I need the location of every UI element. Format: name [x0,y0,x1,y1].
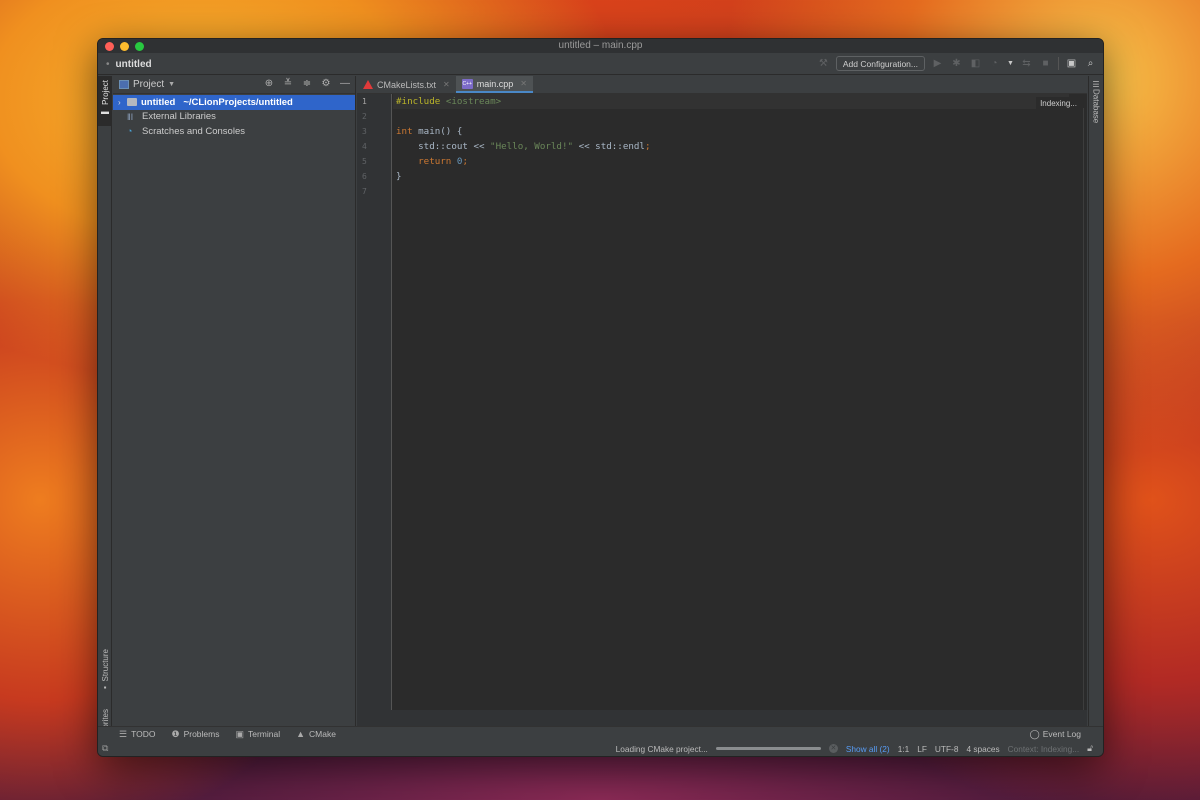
attach-icon[interactable]: ⇆ [1020,57,1033,70]
code-content[interactable]: #include <iostream> int main() { std::co… [393,94,1069,199]
progress-text: Loading CMake project... [615,743,708,754]
terminal-tool-button[interactable]: ▣ Terminal [235,729,280,740]
left-tool-strip: Project ▬ Structure ▪ Favorites ★ [98,76,112,754]
tree-item-scratches[interactable]: ◔ Scratches and Consoles [113,124,355,139]
workspace: Project ▬ Structure ▪ Favorites ★ Projec… [98,76,1103,754]
code-line: std::cout << "Hello, World!" << std::end… [396,141,651,152]
vertical-scrollbar[interactable] [1083,108,1087,710]
editor-bottom-gutter [357,710,1087,726]
structure-tool-button[interactable]: Structure ▪ [98,649,112,701]
file-encoding[interactable]: UTF-8 [935,744,959,754]
indent-setting[interactable]: 4 spaces [966,744,999,754]
window-title: untitled – main.cpp [558,40,643,51]
tree-item-external-libraries[interactable]: ǁǀ External Libraries [113,110,355,125]
cpp-file-icon: C++ [461,78,473,89]
project-tool-button[interactable]: Project ▬ [98,76,112,126]
todo-tool-button[interactable]: ☰ TODO [119,729,155,740]
chevron-right-icon[interactable]: › [118,98,127,107]
context-status[interactable]: Context: Indexing... [1008,744,1080,754]
expand-all-icon[interactable]: ≚ [282,78,294,89]
problems-tool-button[interactable]: ❶ Problems [171,729,219,740]
line-number: 1 [362,97,367,106]
editor-tabs: CMakeLists.txt ✕ C++ main.cpp ✕ [357,76,1087,94]
hammer-icon[interactable]: ⚒ [817,57,830,70]
cmake-icon: ▲ [296,729,306,739]
code-line: #include <iostream> [393,94,1069,109]
gear-icon[interactable]: ⚙ [320,78,332,89]
info-icon: ❶ [171,728,180,739]
add-configuration-button[interactable]: Add Configuration... [835,56,925,71]
project-view-icon [119,80,129,89]
chevron-down-icon[interactable]: ▼ [168,81,175,88]
line-number: 3 [362,127,367,136]
list-icon: ☰ [119,728,128,739]
database-tool-button[interactable]: ☰ Database [1089,80,1103,140]
title-bar: untitled – main.cpp [98,39,1103,53]
hide-icon[interactable]: — [339,78,351,89]
dropdown-icon[interactable]: ▼ [1007,57,1014,70]
structure-icon: ▪ [103,683,107,693]
toolbar-separator [1058,57,1059,70]
run-icon[interactable]: ▶ [931,57,944,70]
cancel-progress-icon[interactable]: ✕ [828,744,838,753]
code-line: return 0; [418,156,468,167]
tab-cmakelists[interactable]: CMakeLists.txt ✕ [357,76,456,93]
indexing-indicator: Indexing... [1036,97,1081,110]
code-line: int main() { [396,126,463,137]
status-bar: ⧉ Loading CMake project... ✕ Show all (2… [98,741,1103,756]
close-icon[interactable]: ✕ [520,79,527,88]
line-number: 6 [362,172,367,181]
folder-icon [127,98,137,107]
cmake-tool-button[interactable]: ▲ CMake [296,729,336,740]
lock-icon[interactable]: 🔓︎ [1087,743,1093,754]
toggle-tool-windows-icon[interactable]: ⧉ [102,743,108,754]
folder-icon: ▬ [101,106,109,116]
debug-icon[interactable]: ✱ [950,57,963,70]
right-tool-strip: ☰ Database [1088,76,1103,726]
code-line: } [396,171,402,182]
collapse-all-icon[interactable]: ≑ [301,78,313,89]
progress-bar [715,747,821,750]
ide-window: untitled – main.cpp • untitled ⚒ Add Con… [97,38,1104,757]
navigation-bar: • untitled ⚒ Add Configuration... ▶ ✱ ◧ … [98,54,1103,75]
project-view-selector[interactable]: Project [133,79,164,90]
editor-area: CMakeLists.txt ✕ C++ main.cpp ✕ 1 2 3 4 … [357,76,1087,726]
line-number: 2 [362,112,367,121]
line-separator[interactable]: LF [917,744,927,754]
library-icon: ǁǀ [127,111,134,122]
search-icon[interactable]: ⌕ [1084,57,1097,70]
show-all-processes-link[interactable]: Show all (2) [846,744,890,754]
line-gutter: 1 2 3 4 5 6 7 [357,94,392,710]
event-log-button[interactable]: ◯ Event Log [1030,729,1081,740]
toolbar: ⚒ Add Configuration... ▶ ✱ ◧ ◔ ▼ ⇆ ■ ▣ ⌕ [817,56,1097,71]
caret-position[interactable]: 1:1 [898,744,910,754]
locate-icon[interactable]: ⊕ [263,78,275,89]
scratch-icon: ◔ [127,126,133,137]
project-panel-header: Project ▼ ⊕ ≚ ≑ ⚙ — [113,76,355,94]
project-dot-icon: • [106,58,110,70]
line-number: 4 [362,142,367,151]
cmake-icon [363,80,373,89]
stop-icon[interactable]: ■ [1039,57,1052,70]
close-icon[interactable]: ✕ [443,80,450,89]
tab-main-cpp[interactable]: C++ main.cpp ✕ [455,76,533,93]
project-panel: Project ▼ ⊕ ≚ ≑ ⚙ — › untitled ~/CLionPr… [113,76,356,726]
coverage-icon[interactable]: ◧ [969,57,982,70]
database-icon: ☰ [1092,80,1100,89]
code-editor[interactable]: 1 2 3 4 5 6 7 #include <iostream> int ma… [357,94,1087,710]
tool-window-bar: ☰ TODO ❶ Problems ▣ Terminal ▲ CMake ◯ E… [98,726,1103,741]
breadcrumb: • untitled [106,59,152,70]
terminal-icon[interactable]: ▣ [1065,57,1078,70]
terminal-icon: ▣ [235,728,244,739]
speech-bubble-icon: ◯ [1029,728,1040,739]
line-number: 7 [362,187,367,196]
line-number: 5 [362,157,367,166]
project-tree: › untitled ~/CLionProjects/untitled ǁǀ E… [113,94,355,139]
profile-icon[interactable]: ◔ [988,57,1001,70]
breadcrumb-project[interactable]: untitled [116,59,152,70]
tree-item-untitled[interactable]: › untitled ~/CLionProjects/untitled [113,95,355,110]
